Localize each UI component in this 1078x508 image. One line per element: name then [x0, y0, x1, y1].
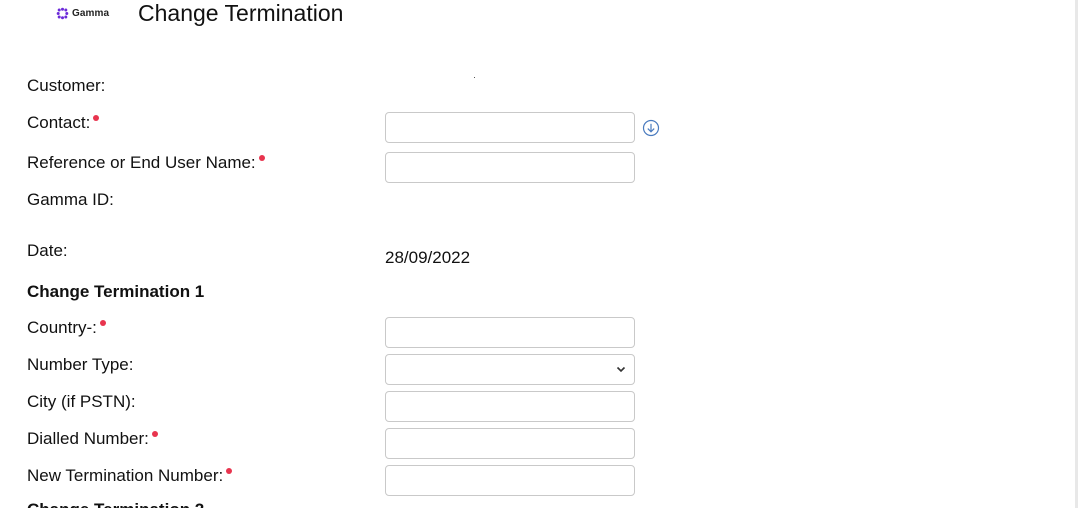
dialled-number-label: Dialled Number:: [27, 429, 158, 449]
change-termination-page: Gamma Change Termination Customer: Conta…: [0, 0, 1078, 508]
date-value: 28/09/2022: [385, 248, 471, 267]
contact-field[interactable]: [385, 112, 635, 143]
city-field[interactable]: [385, 391, 635, 422]
chevron-down-icon[interactable]: [616, 364, 626, 374]
logo-text: Gamma: [72, 7, 110, 19]
contact-input[interactable]: [392, 114, 628, 141]
city-input[interactable]: [392, 393, 628, 420]
reference-input[interactable]: [392, 154, 628, 181]
customer-label: Customer:: [27, 76, 106, 95]
city-label: City (if PSTN):: [27, 392, 136, 411]
decorative-dot: [474, 77, 475, 78]
new-termination-number-field[interactable]: [385, 465, 635, 496]
gamma-id-label: Gamma ID:: [27, 190, 114, 209]
date-label: Date:: [27, 241, 68, 260]
gamma-logo: Gamma: [56, 6, 109, 20]
required-dot-icon: [258, 155, 265, 161]
contact-label: Contact:: [27, 113, 100, 133]
page-title: Change Termination: [138, 0, 344, 26]
gamma-logo-icon: [56, 7, 69, 19]
number-type-select[interactable]: [385, 354, 635, 385]
dialled-number-field[interactable]: [385, 428, 635, 459]
circle-arrow-down-icon[interactable]: [642, 119, 660, 137]
new-termination-number-input[interactable]: [392, 467, 628, 494]
number-type-label: Number Type:: [27, 355, 134, 374]
required-dot-icon: [226, 468, 233, 474]
required-dot-icon: [99, 320, 106, 326]
country-field[interactable]: [385, 317, 635, 348]
country-input[interactable]: [392, 319, 628, 346]
section-heading-2: Change Termination 2: [27, 500, 204, 508]
required-dot-icon: [151, 431, 158, 437]
dialled-number-input[interactable]: [392, 430, 628, 457]
reference-field[interactable]: [385, 152, 635, 183]
reference-label: Reference or End User Name:: [27, 153, 265, 173]
country-label: Country-:: [27, 318, 106, 338]
required-dot-icon: [93, 115, 100, 121]
new-termination-number-label: New Termination Number:: [27, 466, 233, 486]
section-heading-1: Change Termination 1: [27, 282, 205, 301]
